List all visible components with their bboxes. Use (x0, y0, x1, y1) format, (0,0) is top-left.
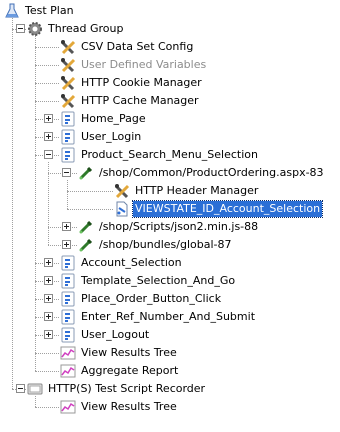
tree-node[interactable]: Home_Page (60, 110, 148, 128)
tree-node[interactable]: User_Logout (60, 326, 151, 344)
tree-node-label: Test Plan (25, 4, 74, 17)
tree-connector-stub (35, 371, 59, 372)
tree-connector-line (67, 180, 68, 209)
test-plan-icon (4, 3, 20, 19)
tree-node[interactable]: User Defined Variables (60, 56, 208, 74)
collapse-toggle[interactable] (62, 168, 71, 177)
tree-node-label: Thread Group (48, 22, 124, 35)
tree-node-label: Template_Selection_And_Go (81, 274, 236, 287)
regex-extractor-icon (114, 201, 130, 217)
expand-toggle[interactable] (62, 222, 71, 231)
tree-node[interactable]: HTTP Header Manager (114, 182, 260, 200)
config-element-icon (114, 183, 130, 199)
tree-node-label: /shop/bundles/global-87 (99, 238, 232, 251)
tree-node[interactable]: Test Plan (4, 2, 76, 20)
tree-connector-stub (35, 83, 59, 84)
expand-toggle[interactable] (44, 330, 53, 339)
tree-node-label: User_Login (81, 130, 142, 143)
tree-node-label: /shop/Scripts/json2.min.js-88 (99, 220, 259, 233)
tree-node-label: View Results Tree (81, 400, 177, 413)
tree-node[interactable]: View Results Tree (60, 398, 179, 416)
expand-toggle[interactable] (62, 240, 71, 249)
tree-node[interactable]: Thread Group (27, 20, 125, 38)
expand-toggle[interactable] (44, 312, 53, 321)
tree-node[interactable]: HTTP Cookie Manager (60, 74, 204, 92)
expand-toggle[interactable] (44, 294, 53, 303)
tree-node[interactable]: Aggregate Report (60, 362, 180, 380)
tree-node[interactable]: Template_Selection_And_Go (60, 272, 237, 290)
tree-node[interactable]: /shop/Common/ProductOrdering.aspx-83 (78, 164, 326, 182)
transaction-controller-icon (60, 273, 76, 289)
tree-node-label: Place_Order_Button_Click (81, 292, 222, 305)
expand-toggle[interactable] (44, 258, 53, 267)
tree-node-label: View Results Tree (81, 346, 177, 359)
transaction-controller-icon (60, 147, 76, 163)
transaction-controller-icon (60, 309, 76, 325)
tree-node[interactable]: /shop/Scripts/json2.min.js-88 (78, 218, 260, 236)
tree-node[interactable]: Product_Search_Menu_Selection (60, 146, 260, 164)
tree-node-label: HTTP Header Manager (135, 184, 259, 197)
tree-connector-stub (67, 209, 113, 210)
tree-node-label: HTTP(S) Test Script Recorder (48, 382, 206, 395)
tree-node-label: Home_Page (81, 112, 146, 125)
tree-connector-line (35, 36, 36, 371)
tree-node-label: User_Logout (81, 328, 150, 341)
collapse-toggle[interactable] (44, 150, 53, 159)
expand-toggle[interactable] (44, 114, 53, 123)
tree-node-label: VIEWSTATE_ID_Account_Selection (131, 200, 324, 218)
transaction-controller-icon (60, 129, 76, 145)
listener-graph-icon (60, 399, 76, 415)
tree-node[interactable]: Enter_Ref_Number_And_Submit (60, 308, 257, 326)
expand-toggle[interactable] (44, 132, 53, 141)
listener-graph-icon (60, 345, 76, 361)
tree-node[interactable]: HTTP(S) Test Script Recorder (27, 380, 207, 398)
tree-connector-line (12, 18, 13, 389)
recorder-icon (27, 381, 43, 397)
test-plan-tree: Test Plan Thread Group CSV Data Set Config… (0, 0, 340, 432)
tree-connector-stub (67, 191, 113, 192)
tree-node[interactable]: User_Login (60, 128, 143, 146)
listener-graph-icon (60, 363, 76, 379)
transaction-controller-icon (60, 291, 76, 307)
tree-node-label: User Defined Variables (81, 58, 207, 71)
tree-node[interactable]: CSV Data Set Config (60, 38, 195, 56)
tree-connector-stub (35, 47, 59, 48)
tree-node-label: HTTP Cookie Manager (81, 76, 202, 89)
transaction-controller-icon (60, 111, 76, 127)
tree-node[interactable]: VIEWSTATE_ID_Account_Selection (114, 200, 324, 218)
http-sampler-pipette-icon (78, 165, 94, 181)
transaction-controller-icon (60, 255, 76, 271)
tree-node[interactable]: View Results Tree (60, 344, 179, 362)
tree-node[interactable]: /shop/bundles/global-87 (78, 236, 234, 254)
tree-node[interactable]: Place_Order_Button_Click (60, 290, 223, 308)
tree-connector-stub (35, 65, 59, 66)
tree-node-label: HTTP Cache Manager (81, 94, 199, 107)
config-element-icon (60, 39, 76, 55)
thread-group-gear-icon (27, 21, 43, 37)
config-element-icon (60, 75, 76, 91)
tree-node[interactable]: Account_Selection (60, 254, 184, 272)
tree-node-label: Enter_Ref_Number_And_Submit (81, 310, 256, 323)
expand-toggle[interactable] (44, 276, 53, 285)
tree-node-label: Product_Search_Menu_Selection (81, 148, 258, 161)
tree-connector-stub (35, 407, 59, 408)
transaction-controller-icon (60, 327, 76, 343)
tree-node-label: Aggregate Report (81, 364, 179, 377)
tree-connector-stub (35, 101, 59, 102)
collapse-toggle[interactable] (16, 24, 25, 33)
tree-node-label: CSV Data Set Config (81, 40, 194, 53)
tree-node-label: Account_Selection (81, 256, 182, 269)
http-sampler-pipette-icon (78, 237, 94, 253)
tree-node-label: /shop/Common/ProductOrdering.aspx-83 (99, 166, 324, 179)
tree-connector-line (48, 162, 49, 245)
tree-connector-stub (35, 353, 59, 354)
config-element-icon (60, 93, 76, 109)
config-element-icon (60, 57, 76, 73)
collapse-toggle[interactable] (16, 384, 25, 393)
http-sampler-pipette-icon (78, 219, 94, 235)
tree-node[interactable]: HTTP Cache Manager (60, 92, 201, 110)
